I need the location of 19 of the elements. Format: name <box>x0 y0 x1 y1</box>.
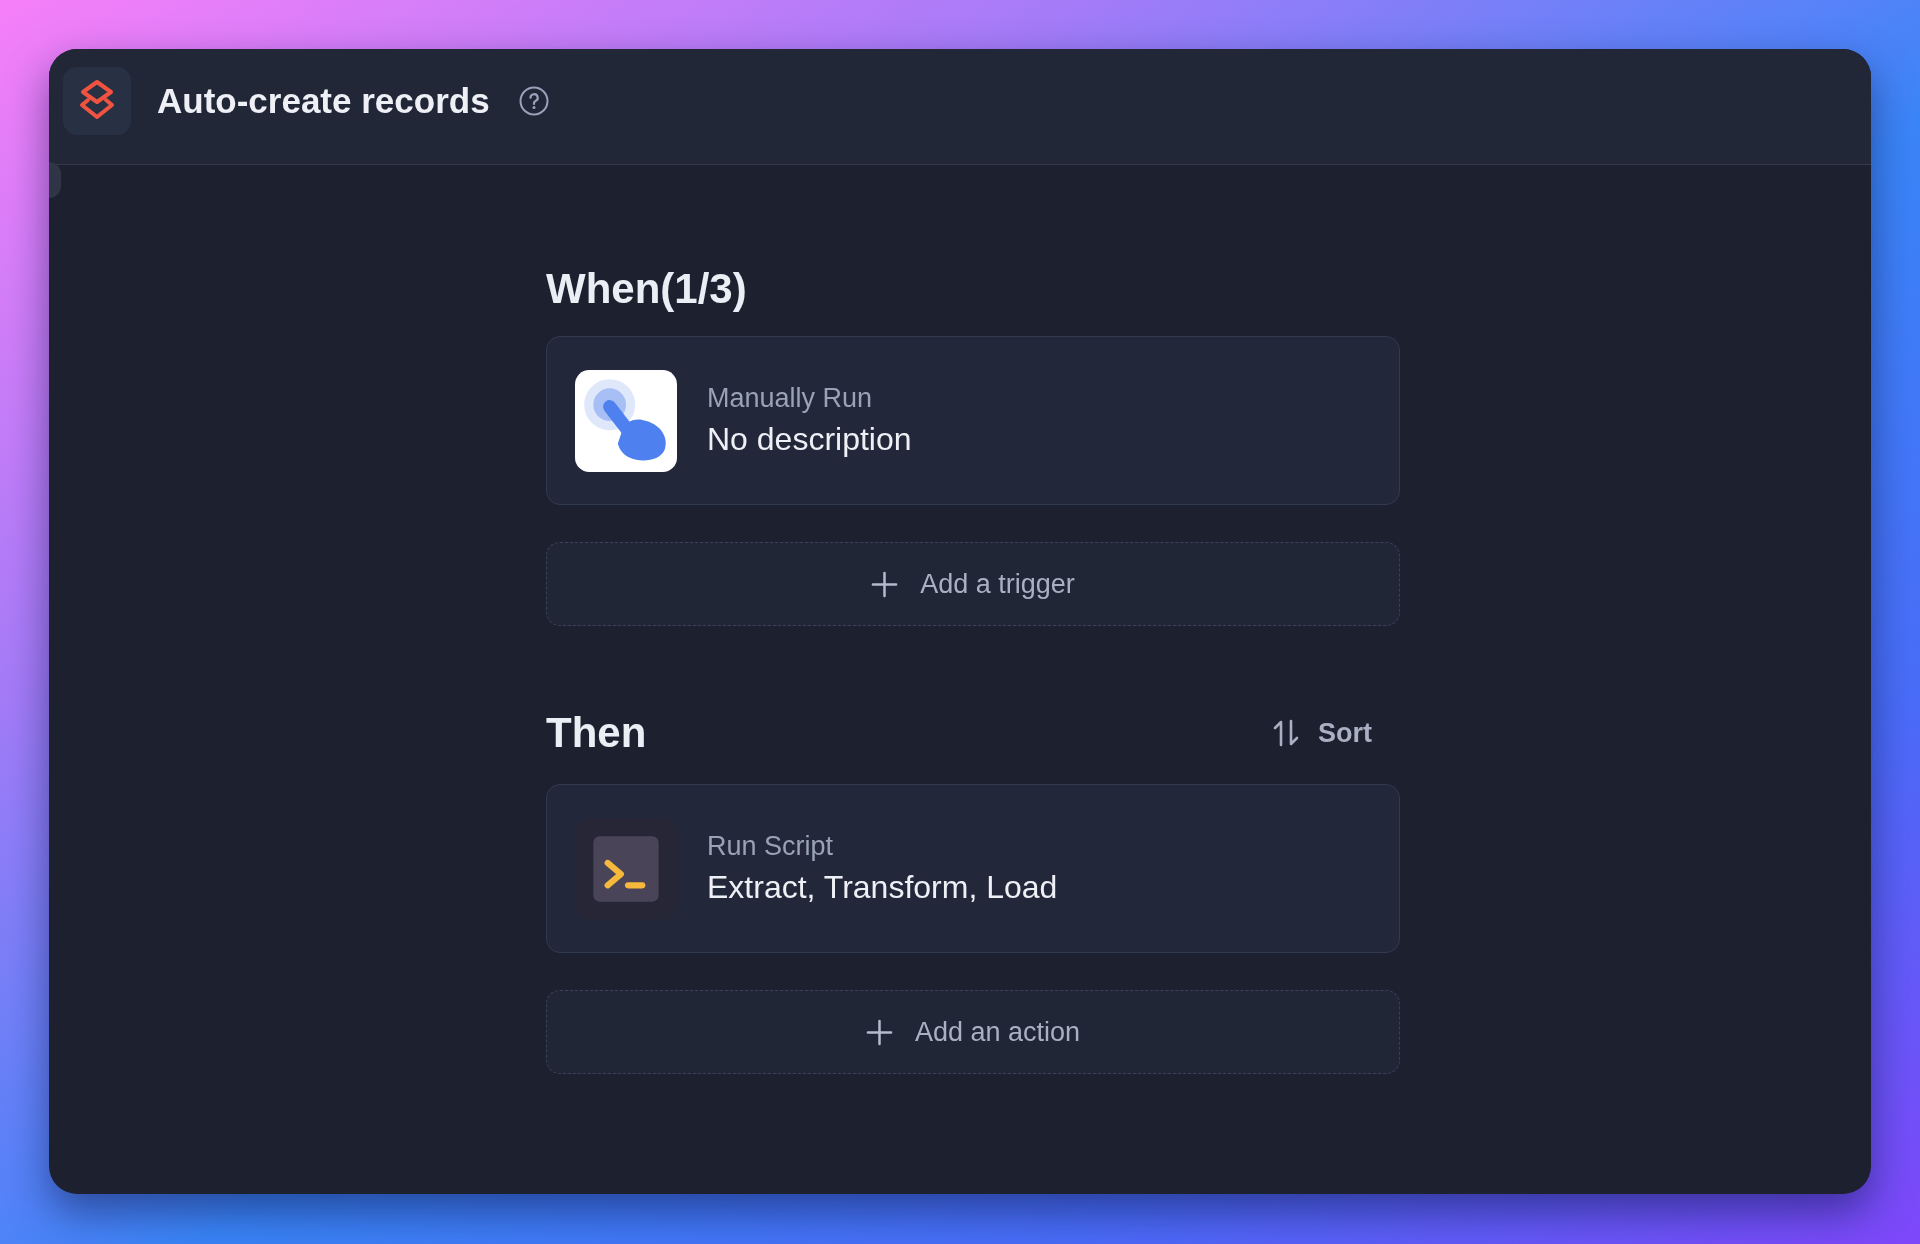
sort-icon <box>1272 719 1300 747</box>
sort-button[interactable]: Sort <box>1258 711 1386 755</box>
help-icon[interactable] <box>518 85 549 116</box>
window-title: Auto-create records <box>157 79 490 122</box>
handle-icon[interactable] <box>49 162 61 198</box>
step-description: Extract, Transform, Load <box>707 868 1058 907</box>
hand-icon <box>575 369 677 472</box>
add-button[interactable]: Add an action <box>546 990 1400 1074</box>
step-type-label: Run Script <box>707 830 835 863</box>
plus-icon <box>865 1018 893 1046</box>
add-button[interactable]: Add a trigger <box>546 542 1400 626</box>
section-heading: Then <box>546 708 647 758</box>
step-card[interactable]: Run Script Extract, Transform, Load <box>546 784 1400 953</box>
step-description: No description <box>707 420 912 459</box>
section-heading: When(1/3) <box>546 264 747 314</box>
step-type-label: Manually Run <box>707 382 874 415</box>
plus-icon <box>871 570 899 598</box>
step-card[interactable]: Manually Run No description <box>546 336 1400 505</box>
layers-logo-icon <box>63 66 131 135</box>
